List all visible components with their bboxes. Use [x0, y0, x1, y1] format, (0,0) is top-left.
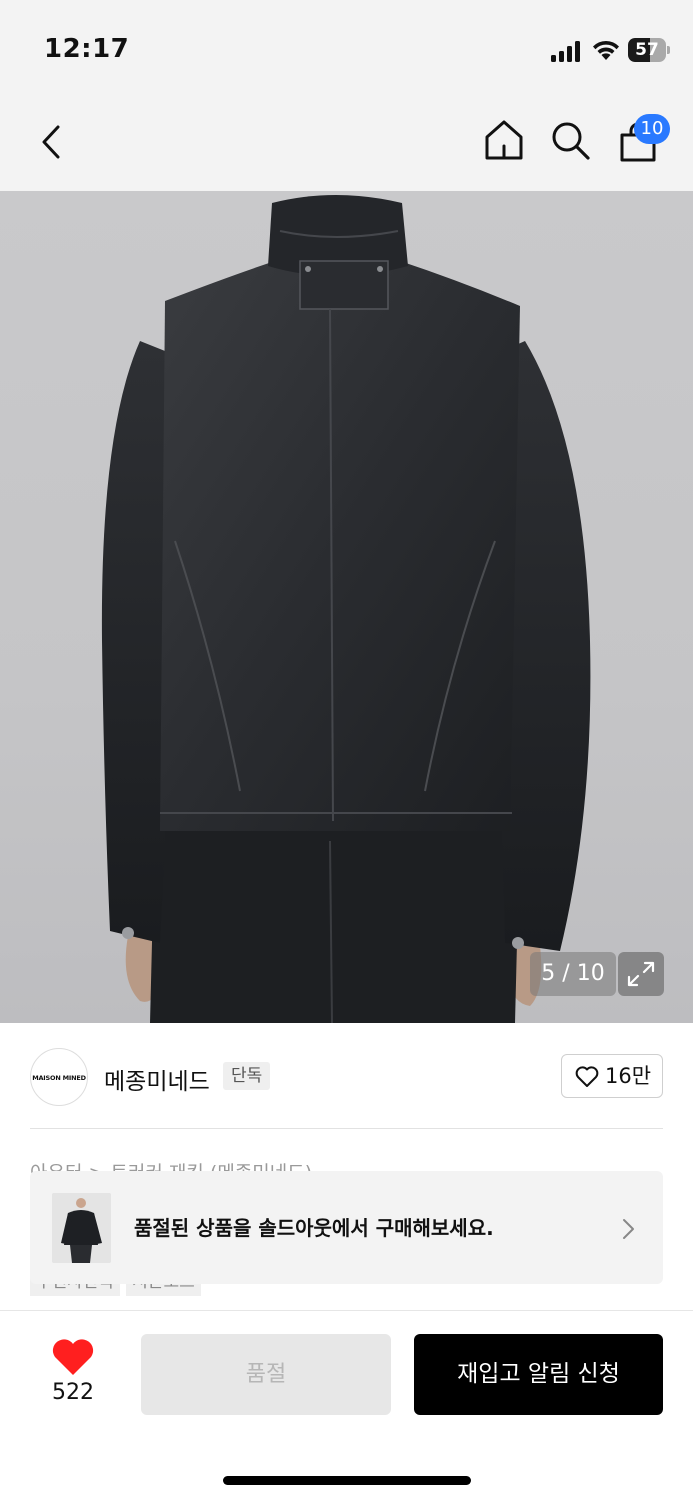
battery-level: 57 — [635, 40, 659, 60]
back-arrow-icon[interactable] — [34, 120, 70, 164]
product-image[interactable] — [0, 191, 693, 1023]
wifi-icon — [593, 40, 619, 60]
bottom-bar-divider — [0, 1310, 693, 1311]
heart-outline-icon — [575, 1066, 599, 1087]
brand-name[interactable]: 메종미네드 — [104, 1062, 210, 1096]
status-bar: 12:17 57 — [0, 0, 693, 96]
wish-count: 522 — [52, 1380, 94, 1405]
search-icon[interactable] — [548, 118, 592, 162]
soldout-button: 품절 — [141, 1334, 391, 1415]
status-time: 12:17 — [44, 34, 130, 64]
soldout-banner-text: 품절된 상품을 솔드아웃에서 구매해보세요. — [134, 1216, 494, 1240]
chevron-right-icon — [623, 1219, 634, 1239]
restock-alert-button[interactable]: 재입고 알림 신청 — [414, 1334, 663, 1415]
cart-count-badge: 10 — [634, 114, 670, 144]
divider — [30, 1128, 663, 1129]
home-icon[interactable] — [482, 118, 526, 162]
denim-jacket-image — [101, 195, 591, 1023]
top-navigation — [0, 96, 693, 191]
home-indicator — [223, 1476, 471, 1485]
battery-icon: 57 — [628, 38, 670, 62]
brand-like-button[interactable]: 16만 — [561, 1054, 663, 1098]
cellular-signal-icon — [551, 41, 580, 62]
heart-filled-icon[interactable] — [50, 1336, 96, 1378]
brand-logo[interactable]: MAISON MINED — [30, 1048, 88, 1106]
banner-thumbnail — [52, 1193, 111, 1263]
exclusive-badge: 단독 — [223, 1062, 271, 1090]
brand-like-count: 16만 — [605, 1064, 652, 1088]
image-counter: 5 / 10 — [530, 952, 616, 996]
expand-icon[interactable] — [618, 952, 664, 996]
